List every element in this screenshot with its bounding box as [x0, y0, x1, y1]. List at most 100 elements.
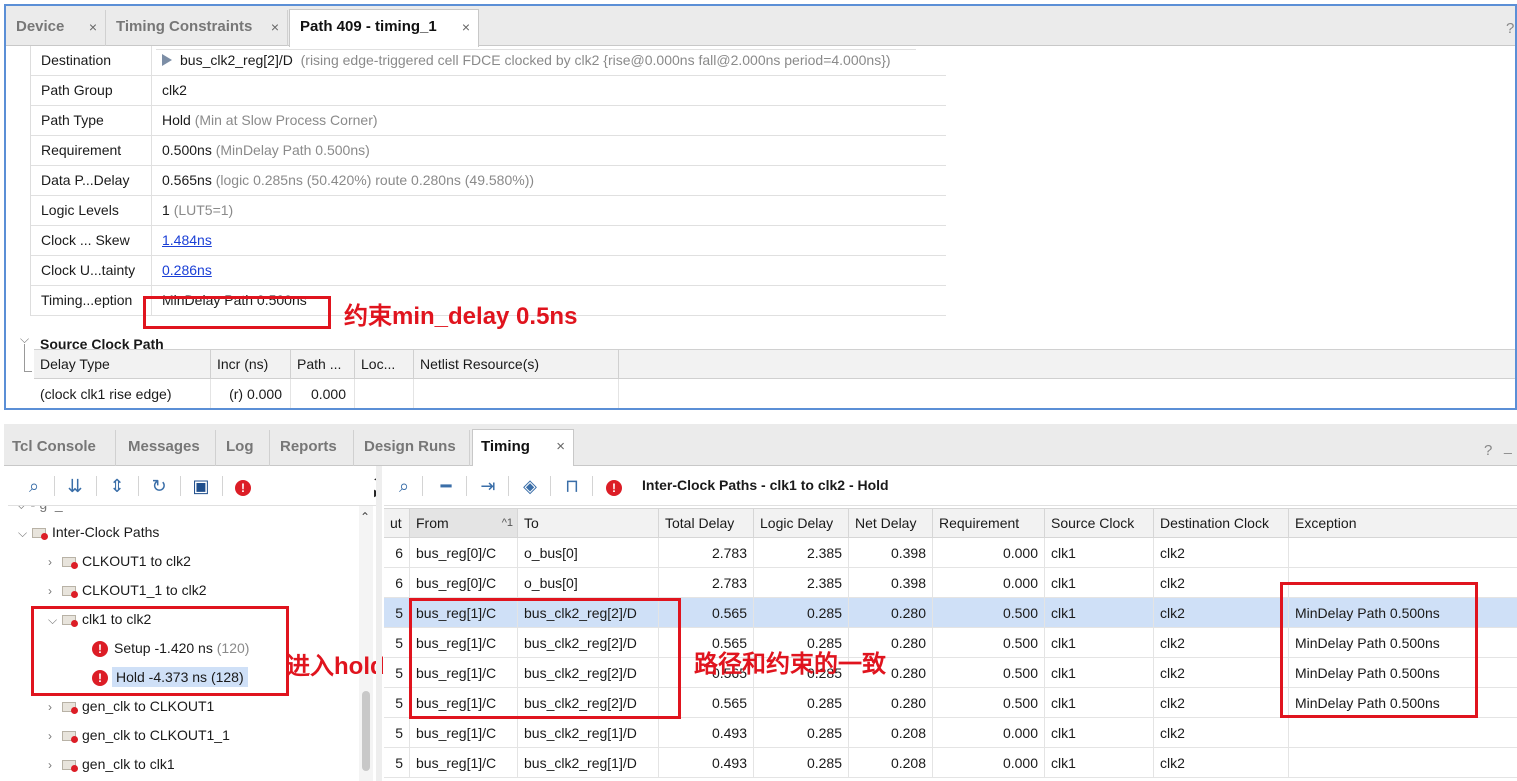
scrollbar-thumb[interactable]: [362, 691, 370, 771]
column-header-delay-type[interactable]: Delay Type: [34, 350, 211, 378]
column-header-loc[interactable]: Loc...: [355, 350, 414, 378]
property-row: Clock ... Skew 1.484ns: [31, 226, 946, 256]
table-row[interactable]: 5 bus_reg[1]/C bus_clk2_reg[1]/D 0.493 0.285…: [384, 748, 1517, 778]
path-cell: 0.000: [291, 379, 355, 408]
close-icon[interactable]: ×: [556, 430, 565, 464]
column-header-ut[interactable]: ut: [384, 509, 410, 537]
goto-icon[interactable]: ⇥: [476, 474, 500, 498]
chevron-down-icon[interactable]: ⌵: [18, 519, 32, 548]
table-toolbar: ⌕ ━ ⇥ ◈ ⊓ ! Inter-Clock Paths - clk1 to …: [384, 466, 1517, 506]
toolbar-separator: [422, 476, 423, 496]
error-filter-icon[interactable]: !: [231, 474, 255, 498]
search-icon[interactable]: ⌕: [22, 474, 46, 498]
expand-all-icon[interactable]: ⇕: [105, 474, 129, 498]
tree-label: CLKOUT1 to clk2: [82, 553, 191, 569]
waveform-icon[interactable]: ⊓: [560, 474, 584, 498]
column-header-from[interactable]: From ^1: [410, 509, 518, 537]
tab-log[interactable]: Log: [218, 430, 270, 466]
property-main: Hold: [162, 112, 191, 128]
search-icon[interactable]: ⌕: [392, 474, 416, 498]
to-cell: o_bus[0]: [518, 568, 659, 598]
source-clock-path-row[interactable]: (clock clk1 rise edge) (r) 0.000 0.000: [34, 379, 1515, 408]
timing-pane: Tcl Console Messages Log Reports Design …: [4, 424, 1517, 781]
column-header-requirement[interactable]: Requirement: [933, 509, 1045, 537]
property-main: 0.500ns: [162, 142, 212, 158]
destination-cell[interactable]: bus_clk2_reg[2]/D: [180, 52, 293, 68]
property-value: 0.565ns (logic 0.285ns (50.420%) route 0…: [152, 166, 946, 196]
row-ut-cell: 6: [384, 538, 410, 568]
chevron-right-icon[interactable]: ›: [48, 693, 62, 722]
column-header-source-clock[interactable]: Source Clock: [1045, 509, 1154, 537]
schematic-icon[interactable]: ◈: [518, 474, 542, 498]
tree-scrollbar[interactable]: ⌃: [359, 506, 373, 781]
toolbar-separator: [592, 476, 593, 496]
total-delay-cell: 0.493: [659, 748, 754, 778]
column-header-exception[interactable]: Exception: [1289, 509, 1517, 537]
tab-timing[interactable]: Timing ×: [472, 429, 574, 467]
loc-cell: [355, 379, 414, 408]
tab-timing-constraints-label: Timing Constraints: [116, 18, 253, 35]
folder-error-icon: [62, 557, 78, 569]
clock-skew-link[interactable]: 1.484ns: [162, 232, 212, 248]
column-header-destination-clock[interactable]: Destination Clock: [1154, 509, 1289, 537]
help-icon[interactable]: ?: [1484, 442, 1492, 459]
clock-uncertainty-link[interactable]: 0.286ns: [162, 262, 212, 278]
column-header-total-delay[interactable]: Total Delay: [659, 509, 754, 537]
property-detail: (MinDelay Path 0.500ns): [215, 142, 370, 158]
tree-label: gen_clk to CLKOUT1_1: [82, 727, 230, 743]
to-cell: bus_clk2_reg[1]/D: [518, 748, 659, 778]
save-icon[interactable]: ▣: [189, 474, 213, 498]
tree-item-gen-clk-clkout1-1[interactable]: › gen_clk to CLKOUT1_1: [48, 721, 230, 750]
column-header-logic-delay[interactable]: Logic Delay: [754, 509, 849, 537]
tab-messages[interactable]: Messages: [120, 430, 216, 466]
collapse-all-icon[interactable]: ⇊: [63, 474, 87, 498]
annotation-constraint: 约束min_delay 0.5ns: [344, 303, 578, 330]
tree-item-inter-clock-paths[interactable]: ⌵ Inter-Clock Paths: [18, 518, 159, 547]
tab-tcl-console[interactable]: Tcl Console: [4, 430, 116, 466]
column-header-netlist[interactable]: Netlist Resource(s): [414, 350, 619, 378]
tree-item-clkout1-1[interactable]: › CLKOUT1_1 to clk2: [48, 576, 207, 605]
tree-item-gen-clk-clkout1[interactable]: › gen_clk to CLKOUT1: [48, 692, 214, 721]
toolbar-separator: [54, 476, 55, 496]
property-key: Logic Levels: [31, 196, 152, 226]
scroll-up-icon[interactable]: ⌃: [360, 510, 370, 524]
tab-device[interactable]: Device ×: [6, 10, 106, 46]
total-delay-cell: 2.783: [659, 568, 754, 598]
incr-cell: (r) 0.000: [211, 379, 291, 408]
column-header-net-delay[interactable]: Net Delay: [849, 509, 933, 537]
toolbar-separator: [180, 476, 181, 496]
close-icon[interactable]: ×: [271, 10, 279, 44]
table-header: ut From ^1 To Total Delay Logic Delay Net…: [384, 508, 1517, 538]
annotation-box-paths: [409, 598, 681, 719]
column-header-path[interactable]: Path ...: [291, 350, 355, 378]
property-row: Path Type Hold (Min at Slow Process Corn…: [31, 106, 946, 136]
tree-item-clkout1[interactable]: › CLKOUT1 to clk2: [48, 547, 191, 576]
column-header-to[interactable]: To: [518, 509, 659, 537]
table-row[interactable]: 6 bus_reg[0]/C o_bus[0] 2.783 2.385 0.398 0.00…: [384, 538, 1517, 568]
source-clock-cell: clk1: [1045, 628, 1154, 658]
tab-reports[interactable]: Reports: [272, 430, 354, 466]
from-cell: bus_reg[0]/C: [410, 538, 518, 568]
help-icon[interactable]: ?: [1506, 20, 1514, 37]
refresh-icon[interactable]: ↻: [147, 474, 171, 498]
error-icon[interactable]: !: [602, 474, 626, 498]
tab-timing-constraints[interactable]: Timing Constraints ×: [106, 10, 288, 46]
tree-item-gen-clk-clk1[interactable]: › gen_clk to clk1: [48, 750, 175, 779]
requirement-cell: 0.000: [933, 718, 1045, 748]
column-header-incr[interactable]: Incr (ns): [211, 350, 291, 378]
chevron-right-icon[interactable]: ›: [48, 577, 62, 606]
tab-design-runs[interactable]: Design Runs: [356, 430, 470, 466]
property-value: Hold (Min at Slow Process Corner): [152, 106, 946, 136]
property-value: 0.500ns (MinDelay Path 0.500ns): [152, 136, 946, 166]
close-icon[interactable]: ×: [462, 10, 470, 44]
close-icon[interactable]: ×: [89, 10, 97, 44]
chevron-right-icon[interactable]: ›: [48, 751, 62, 780]
table-row[interactable]: 5 bus_reg[1]/C bus_clk2_reg[1]/D 0.493 0.285…: [384, 718, 1517, 748]
chevron-right-icon[interactable]: ›: [48, 722, 62, 751]
pane-splitter[interactable]: [376, 466, 382, 781]
property-row: Data P...Delay 0.565ns (logic 0.285ns (5…: [31, 166, 946, 196]
minimize-icon[interactable]: _: [1504, 438, 1512, 454]
chevron-right-icon[interactable]: ›: [48, 548, 62, 577]
tree-label: Inter-Clock Paths: [52, 524, 160, 540]
collapse-icon[interactable]: ━: [434, 474, 458, 498]
